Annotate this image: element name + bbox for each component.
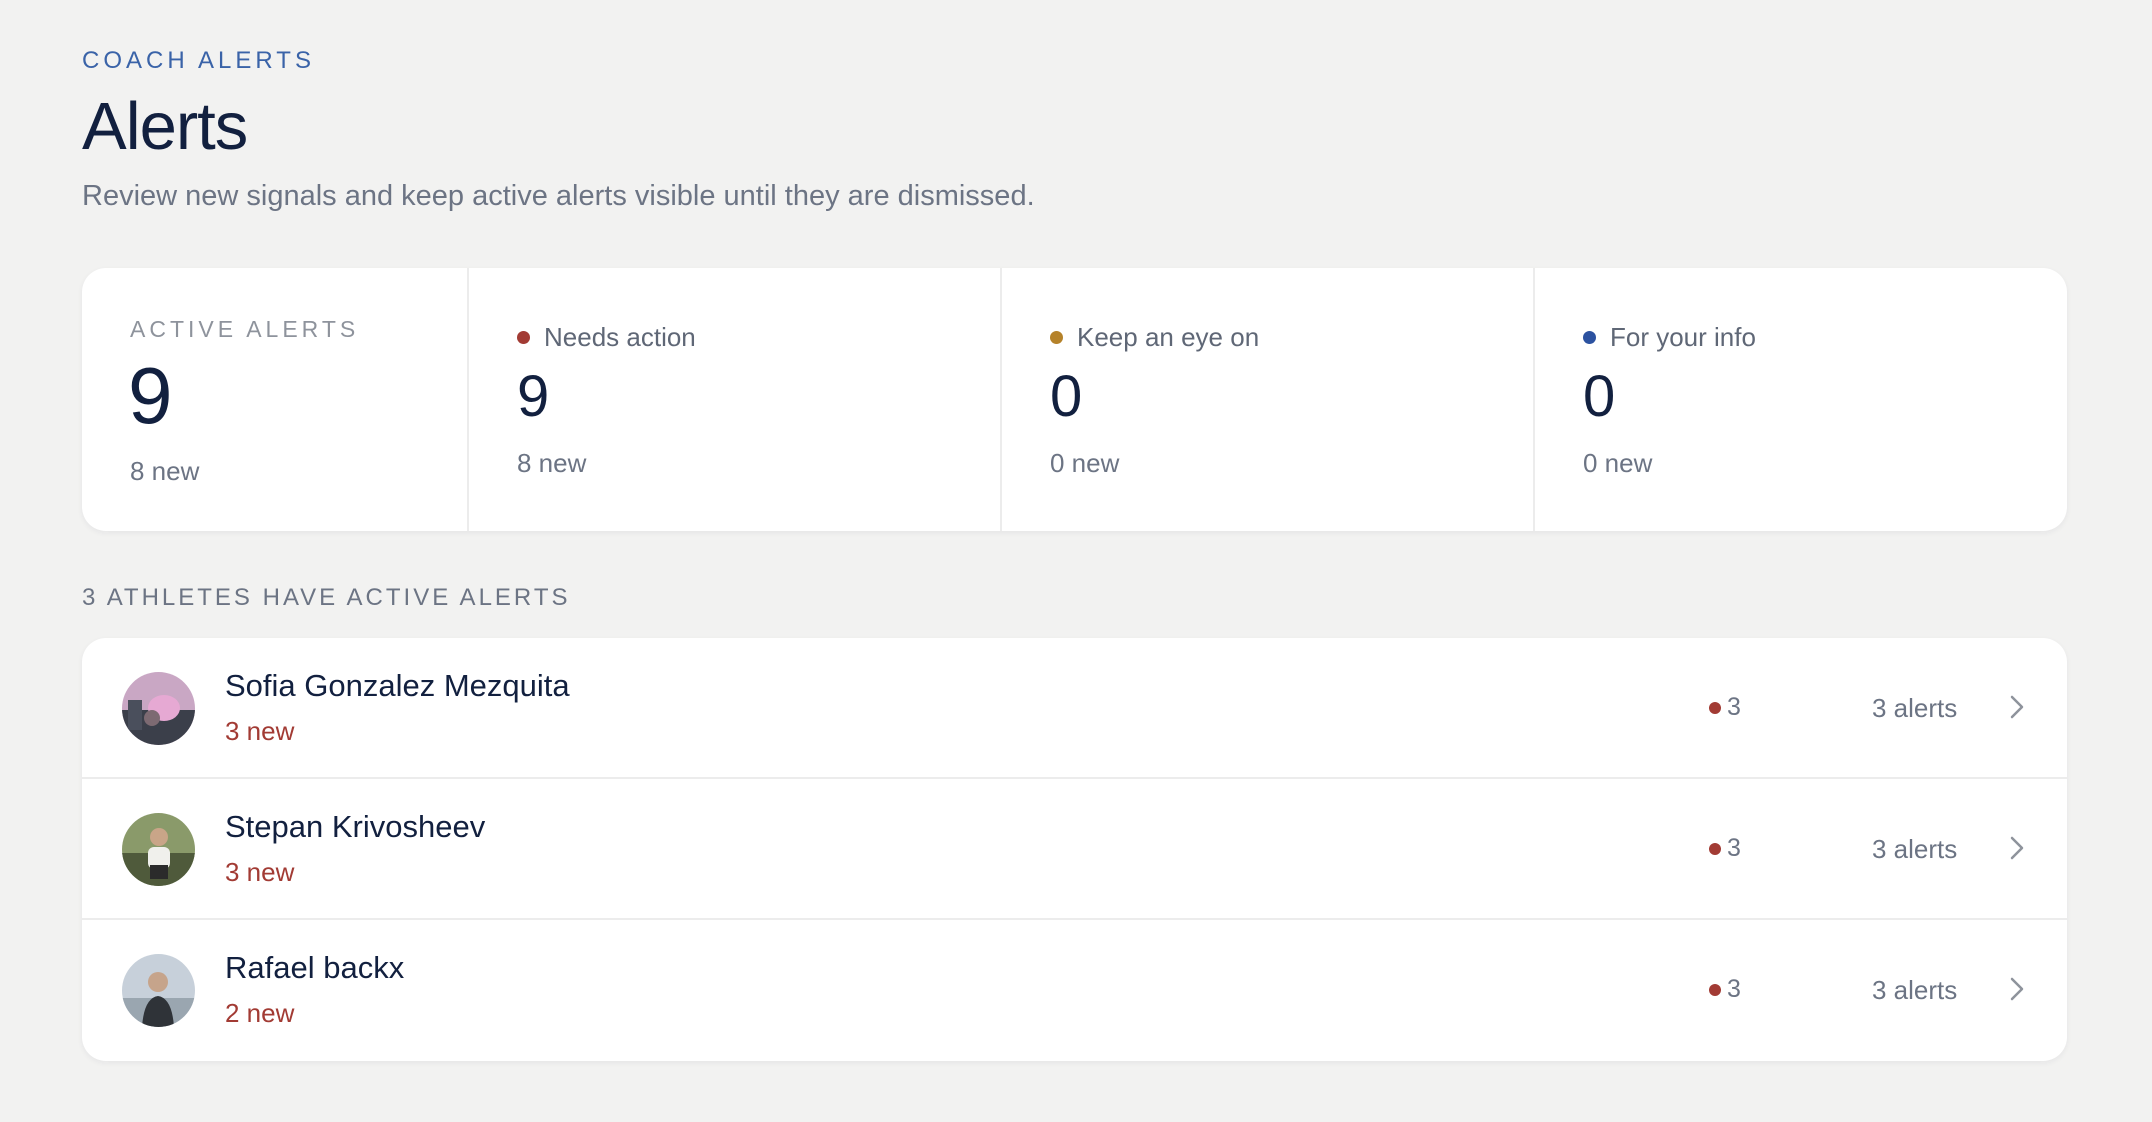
severity-dot-icon [1709, 842, 1721, 855]
stat-keep-an-eye-on[interactable]: Keep an eye on 0 0 new [1000, 268, 1533, 531]
stat-for-your-info[interactable]: For your info 0 0 new [1533, 268, 2067, 531]
chevron-right-icon[interactable] [2000, 972, 2034, 1006]
stat-new-count: 0 new [1583, 448, 1653, 478]
stat-value: 9 [128, 351, 173, 440]
severity-dot-icon [1583, 331, 1596, 344]
severity-dot-icon [1709, 701, 1721, 714]
avatar [122, 954, 195, 1027]
stat-active-alerts: ACTIVE ALERTS 9 8 new [82, 268, 467, 531]
stat-label: Needs action [544, 322, 696, 352]
severity-dot-icon [1709, 983, 1721, 996]
stat-value: 0 [1050, 364, 1083, 429]
page-eyebrow: COACH ALERTS [82, 47, 315, 74]
stat-header: Needs action [517, 322, 696, 353]
severity-dot-icon [1050, 331, 1063, 344]
athlete-row[interactable]: Stepan Krivosheev 3 new 3 3 alerts [82, 779, 2067, 920]
stat-value: 9 [517, 364, 550, 429]
stat-new-count: 8 new [517, 448, 587, 478]
athlete-row[interactable]: Sofia Gonzalez Mezquita 3 new 3 3 alerts [82, 638, 2067, 779]
badge-count: 3 [1727, 975, 1741, 1003]
alerts-count: 3 alerts [1872, 975, 1958, 1005]
stat-new-count: 8 new [130, 456, 200, 486]
stat-header: Keep an eye on [1050, 322, 1259, 353]
stat-value: 0 [1583, 364, 1616, 429]
badge-count: 3 [1727, 693, 1741, 721]
athletes-list: Sofia Gonzalez Mezquita 3 new 3 3 alerts [82, 638, 2067, 1061]
chevron-right-icon[interactable] [2000, 831, 2034, 865]
stat-needs-action[interactable]: Needs action 9 8 new [467, 268, 1000, 531]
athlete-new-count: 3 new [225, 716, 295, 746]
athlete-name: Rafael backx [225, 950, 405, 985]
alerts-count: 3 alerts [1872, 693, 1958, 723]
page-title: Alerts [82, 89, 248, 164]
stat-label: For your info [1610, 322, 1756, 352]
needs-action-badge: 3 [1709, 975, 1741, 1004]
stat-new-count: 0 new [1050, 448, 1120, 478]
athletes-section-label: 3 ATHLETES HAVE ACTIVE ALERTS [82, 584, 571, 611]
athlete-new-count: 2 new [225, 998, 295, 1028]
avatar [122, 672, 195, 745]
alerts-summary-card: ACTIVE ALERTS 9 8 new Needs action 9 8 n… [82, 268, 2067, 531]
needs-action-badge: 3 [1709, 834, 1741, 863]
page-subtitle: Review new signals and keep active alert… [82, 180, 1035, 212]
stat-label: ACTIVE ALERTS [130, 316, 360, 342]
athlete-row[interactable]: Rafael backx 2 new 3 3 alerts [82, 920, 2067, 1061]
severity-dot-icon [517, 331, 530, 344]
chevron-right-icon[interactable] [2000, 690, 2034, 724]
alerts-count: 3 alerts [1872, 834, 1958, 864]
badge-count: 3 [1727, 834, 1741, 862]
needs-action-badge: 3 [1709, 693, 1741, 722]
athlete-name: Sofia Gonzalez Mezquita [225, 668, 570, 703]
stat-header: For your info [1583, 322, 1756, 353]
stat-label: Keep an eye on [1077, 322, 1260, 352]
athlete-new-count: 3 new [225, 857, 295, 887]
avatar [122, 813, 195, 886]
athlete-name: Stepan Krivosheev [225, 809, 486, 844]
